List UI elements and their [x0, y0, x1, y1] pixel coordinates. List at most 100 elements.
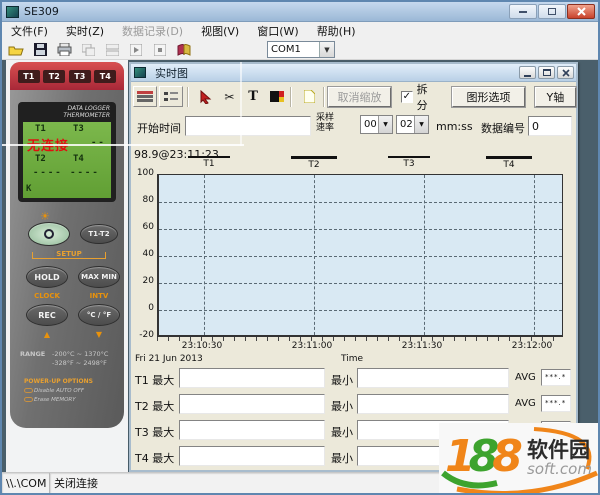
- rate-seconds-select[interactable]: 02 ▼: [396, 115, 429, 134]
- save-button[interactable]: [30, 42, 50, 58]
- grid-view-button[interactable]: [133, 86, 157, 107]
- jack-t3: T3: [69, 70, 91, 83]
- menu-realtime[interactable]: 实时(Z): [57, 23, 113, 39]
- data-number-input[interactable]: [528, 116, 572, 136]
- help-book-icon: [177, 44, 191, 56]
- child-maximize-button[interactable]: [538, 66, 555, 79]
- legend-line-t4: [486, 156, 532, 159]
- chevron-down-icon[interactable]: ▼: [319, 42, 334, 57]
- toolbar-separator: [323, 87, 324, 107]
- graph-options-button[interactable]: 图形选项: [452, 87, 525, 107]
- com-port-value: COM1: [268, 44, 319, 55]
- split-checkbox[interactable]: ✓ 拆分: [401, 81, 438, 113]
- key-combo-icon: [24, 388, 33, 393]
- minimize-icon: [519, 10, 527, 13]
- page-icon: [304, 90, 315, 103]
- t1-avg-input[interactable]: [541, 369, 571, 386]
- graph-window-titlebar: 实时图: [131, 64, 576, 82]
- minimize-button[interactable]: [509, 4, 537, 19]
- t2-max-input[interactable]: [179, 394, 325, 414]
- child-minimize-button[interactable]: [519, 66, 536, 79]
- print-button[interactable]: [54, 42, 74, 58]
- graph-toolbar: ✂ T 取消缩放 ✓ 拆分 图形选项 Y轴: [131, 83, 576, 110]
- main-window: SE309 文件(F) 实时(Z) 数据记录(D) 视图(V) 窗口(W) 帮助…: [0, 0, 600, 495]
- y-tick: 60: [131, 222, 154, 232]
- graph-window-title: 实时图: [155, 65, 188, 81]
- list-view-button[interactable]: [159, 86, 183, 107]
- celsius-fahrenheit-button: °C / °F: [78, 304, 120, 326]
- legend-line-t3: [388, 156, 430, 158]
- t1-max-input[interactable]: [179, 368, 325, 388]
- cascade-windows-button[interactable]: [78, 42, 98, 58]
- x-tick: 23:10:30: [176, 341, 228, 351]
- text-tool-button[interactable]: T: [243, 89, 263, 105]
- close-icon: [577, 7, 586, 16]
- thermometer-device: T1 T2 T3 T4 DATA LOGGER THERMOMETER T1 T…: [10, 62, 124, 428]
- gridline: [159, 229, 562, 230]
- menu-file[interactable]: 文件(F): [2, 23, 57, 39]
- hold-button: HOLD: [26, 266, 68, 288]
- pointer-tool-button[interactable]: [196, 89, 216, 105]
- t3-max-input[interactable]: [179, 420, 325, 440]
- stats-channel: T1: [135, 374, 149, 387]
- y-tick: -20: [131, 330, 154, 340]
- menu-help[interactable]: 帮助(H): [308, 23, 365, 39]
- maximize-button[interactable]: [538, 4, 566, 19]
- scissors-icon: ✂: [224, 90, 234, 104]
- up-arrow-icon: ▲: [27, 330, 67, 339]
- graph-window-icon: [134, 67, 146, 78]
- site-watermark: 188 软件园 soft.com: [439, 423, 600, 493]
- y-axis-button[interactable]: Y轴: [535, 87, 576, 107]
- open-folder-icon: [8, 44, 24, 56]
- stop-button[interactable]: [150, 42, 170, 58]
- maxmin-button: MAX MIN: [78, 266, 120, 288]
- plot-area[interactable]: [157, 174, 563, 337]
- start-time-input[interactable]: [185, 116, 311, 136]
- power-icon: [44, 229, 54, 239]
- com-port-select[interactable]: COM1 ▼: [267, 41, 335, 58]
- toolbar-separator: [187, 87, 188, 107]
- help-button[interactable]: [174, 42, 194, 58]
- watermark-domain: soft.com: [527, 460, 592, 478]
- gridline: [159, 310, 562, 311]
- status-port: \\.\COM: [2, 473, 50, 493]
- legend-line-t2: [291, 156, 337, 159]
- text-tool-icon: T: [248, 89, 258, 104]
- y-tick: 100: [131, 168, 154, 178]
- menu-view[interactable]: 视图(V): [192, 23, 248, 39]
- child-close-button[interactable]: [557, 66, 574, 79]
- window-title: SE309: [24, 5, 59, 18]
- power-button: [28, 222, 70, 246]
- t2-avg-input[interactable]: [541, 395, 571, 412]
- legend-t2: T2: [288, 156, 340, 170]
- checkbox-check-icon[interactable]: ✓: [401, 91, 413, 103]
- open-button[interactable]: [6, 42, 26, 58]
- color-swatch-icon: [270, 91, 284, 102]
- menu-datalog: 数据记录(D): [113, 23, 192, 39]
- t2-min-input[interactable]: [357, 394, 509, 414]
- gridline: [314, 175, 315, 335]
- chevron-down-icon[interactable]: ▼: [414, 116, 428, 133]
- y-tick: 40: [131, 249, 154, 259]
- t4-max-input[interactable]: [179, 446, 325, 466]
- setup-bracket: SETUP: [32, 252, 106, 259]
- tile-windows-button[interactable]: [102, 42, 122, 58]
- realtime-graph-window: 实时图 ✂ T: [129, 62, 578, 472]
- start-button[interactable]: [126, 42, 146, 58]
- cursor-arrow-icon: [199, 90, 212, 104]
- close-button[interactable]: [567, 4, 595, 19]
- t1-min-input[interactable]: [357, 368, 509, 388]
- tile-icon: [106, 44, 119, 56]
- chevron-down-icon[interactable]: ▼: [378, 116, 392, 133]
- list-icon: [164, 91, 178, 103]
- title-bar: SE309: [2, 2, 598, 22]
- split-label: 拆分: [417, 81, 439, 113]
- scissors-tool-button[interactable]: ✂: [220, 89, 240, 105]
- new-page-button[interactable]: [299, 89, 319, 105]
- probe-jack-panel: T1 T2 T3 T4: [10, 62, 124, 90]
- rate-minutes-select[interactable]: 00 ▼: [360, 115, 393, 134]
- printer-icon: [57, 43, 72, 56]
- probe-type: K: [26, 184, 31, 194]
- color-tool-button[interactable]: [267, 89, 287, 105]
- menu-window[interactable]: 窗口(W): [248, 23, 307, 39]
